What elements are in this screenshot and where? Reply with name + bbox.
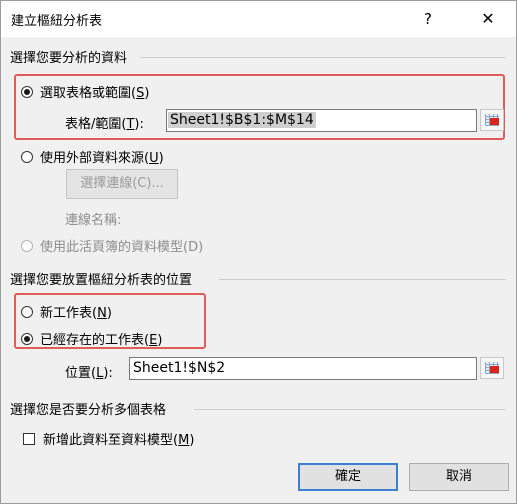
placement-section-heading: 選擇您要放置樞紐分析表的位置 (10, 273, 193, 288)
radio-external-source-indicator[interactable] (21, 150, 33, 163)
range-field-label: 表格/範圍(T): (65, 117, 144, 132)
location-collapse-button[interactable] (480, 357, 504, 379)
source-section-divider (140, 57, 506, 58)
choose-connection-button[interactable]: 選擇連線(C)... (66, 169, 178, 199)
source-section-heading: 選擇您要分析的資料 (10, 51, 128, 66)
radio-external-source[interactable]: 使用外部資料來源(U) (21, 147, 164, 166)
checkbox-add-data-model[interactable]: 新增此資料至資料模型(M) (23, 429, 194, 448)
cancel-button[interactable]: 取消 (409, 463, 509, 491)
range-input-value: Sheet1!$B$1:$M$14 (168, 112, 316, 128)
close-button[interactable]: ✕ (471, 7, 505, 31)
create-pivot-table-dialog: 建立樞紐分析表 ? ✕ 選擇您要分析的資料 選取表格或範圍(S) 表格/範圍(T… (0, 0, 517, 504)
radio-new-worksheet-label: 新工作表(N) (40, 306, 112, 321)
location-field-label: 位置(L): (65, 366, 113, 381)
radio-select-range[interactable]: 選取表格或範圍(S) (21, 82, 149, 101)
title-bar: 建立樞紐分析表 ? ✕ (1, 1, 516, 37)
radio-data-model-indicator[interactable] (21, 239, 33, 252)
radio-existing-worksheet-label: 已經存在的工作表(E) (40, 333, 163, 348)
multiple-section-heading: 選擇您是否要分析多個表格 (10, 403, 167, 418)
range-input[interactable]: Sheet1!$B$1:$M$14 (166, 109, 477, 132)
radio-data-model[interactable]: 使用此活頁簿的資料模型(D) (21, 236, 203, 255)
radio-data-model-label: 使用此活頁簿的資料模型(D) (40, 240, 204, 255)
radio-existing-worksheet[interactable]: 已經存在的工作表(E) (21, 329, 162, 348)
location-select-arrow-icon (490, 366, 499, 373)
multiple-section-divider (194, 409, 506, 410)
range-collapse-button[interactable] (480, 109, 504, 131)
radio-new-worksheet[interactable]: 新工作表(N) (21, 302, 112, 321)
help-button[interactable]: ? (413, 7, 443, 31)
radio-external-source-label: 使用外部資料來源(U) (40, 151, 164, 166)
dialog-title: 建立樞紐分析表 (11, 14, 103, 29)
range-select-arrow-icon (490, 118, 499, 125)
location-input-value: Sheet1!$N$2 (133, 360, 226, 376)
ok-button[interactable]: 確定 (298, 463, 398, 491)
connection-name-label: 連線名稱: (65, 213, 122, 228)
checkbox-add-data-model-label: 新增此資料至資料模型(M) (43, 433, 195, 448)
location-input[interactable]: Sheet1!$N$2 (129, 357, 477, 380)
radio-select-range-label: 選取表格或範圍(S) (40, 86, 150, 101)
radio-select-range-indicator[interactable] (21, 85, 33, 98)
radio-existing-worksheet-indicator[interactable] (21, 332, 33, 345)
placement-section-divider (219, 279, 506, 280)
radio-new-worksheet-indicator[interactable] (21, 305, 33, 318)
checkbox-add-data-model-box[interactable] (23, 432, 35, 445)
